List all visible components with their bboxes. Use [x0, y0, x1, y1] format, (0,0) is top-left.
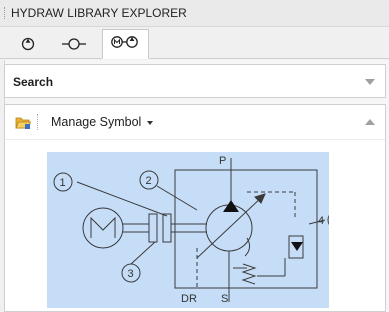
- symbol-thumbnail[interactable]: 1 2 3 4 P DR S: [47, 152, 329, 308]
- housing-outline: [174, 169, 318, 289]
- manage-symbol-dropdown[interactable]: Manage Symbol: [47, 111, 157, 133]
- motor-circle: [82, 207, 124, 249]
- port-label-dr: DR: [181, 293, 197, 305]
- chevron-up-icon[interactable]: [365, 119, 375, 125]
- panel-title: HYDRAW LIBRARY EXPLORER: [11, 6, 187, 20]
- section-toolbar: Manage Symbol: [5, 105, 385, 140]
- search-section-header[interactable]: Search: [4, 64, 386, 98]
- label-3: 3: [128, 268, 134, 280]
- tab-line-connector[interactable]: [58, 29, 90, 59]
- label-1: 1: [60, 177, 66, 189]
- pump-symbol-icon: [21, 37, 35, 51]
- library-explorer-panel: HYDRAW LIBRARY EXPLORER Search Manage Sy…: [0, 0, 389, 312]
- label-2: 2: [146, 175, 152, 187]
- port-label-s: S: [221, 293, 228, 305]
- manage-symbol-label: Manage Symbol: [51, 115, 142, 129]
- tab-motor-pump-symbol[interactable]: [102, 29, 149, 59]
- chevron-down-icon[interactable]: [365, 79, 375, 85]
- caret-down-icon: [147, 120, 154, 125]
- folder-open-icon[interactable]: [15, 115, 31, 130]
- line-connector-icon: [62, 38, 86, 50]
- motor-pump-symbol-icon: [111, 36, 138, 48]
- drag-grip[interactable]: [4, 7, 7, 19]
- motor-pump-diagram: 1 2 3 4 P DR S: [53, 155, 329, 305]
- port-label-p: P: [219, 155, 226, 167]
- toolbar-separator: [37, 114, 38, 130]
- tab-pump-symbol[interactable]: [14, 29, 42, 59]
- symbol-tab-strip: [0, 27, 389, 59]
- panel-title-bar: HYDRAW LIBRARY EXPLORER: [0, 0, 389, 27]
- search-section-label: Search: [13, 75, 54, 89]
- label-4: 4: [318, 215, 324, 227]
